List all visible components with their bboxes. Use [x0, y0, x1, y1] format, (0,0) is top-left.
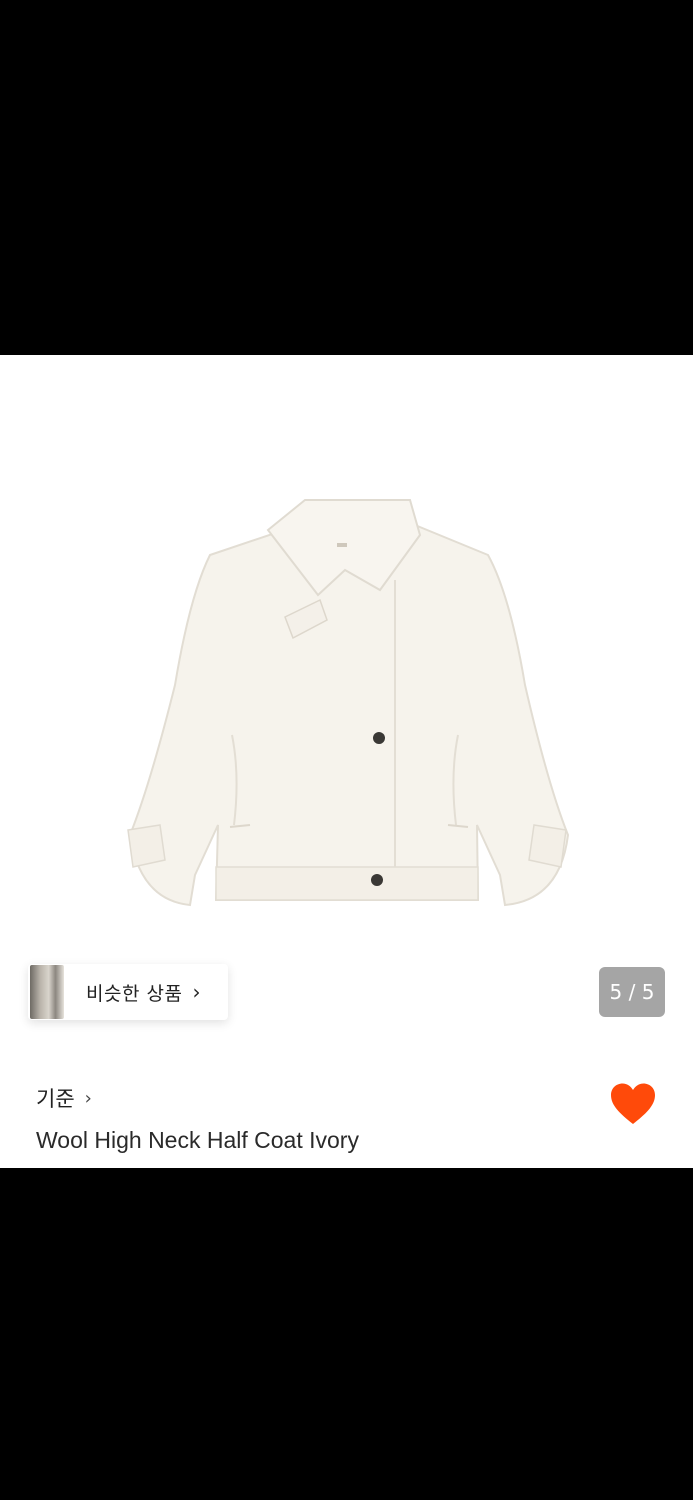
top-letterbox	[0, 0, 693, 355]
image-page-counter: 5 / 5	[599, 967, 665, 1017]
wishlist-button[interactable]	[609, 1082, 657, 1126]
coat-illustration	[127, 499, 570, 907]
similar-product-thumbnail	[30, 965, 64, 1019]
product-title: Wool High Neck Half Coat Ivory	[36, 1127, 359, 1153]
brand-name: 기준	[36, 1087, 75, 1111]
product-image[interactable]	[0, 355, 693, 1035]
similar-products-button[interactable]: 비슷한 상품 ›	[28, 964, 228, 1020]
bottom-letterbox	[0, 1168, 693, 1500]
chevron-right-icon: ›	[84, 1087, 92, 1109]
chevron-right-icon: ›	[192, 980, 201, 1004]
similar-products-label: 비슷한 상품	[86, 982, 183, 1005]
heart-icon	[611, 1083, 655, 1124]
product-detail: 비슷한 상품 › 5 / 5 기준 › Wool High Neck Half …	[0, 355, 693, 1168]
brand-link[interactable]: 기준 ›	[36, 1083, 92, 1113]
